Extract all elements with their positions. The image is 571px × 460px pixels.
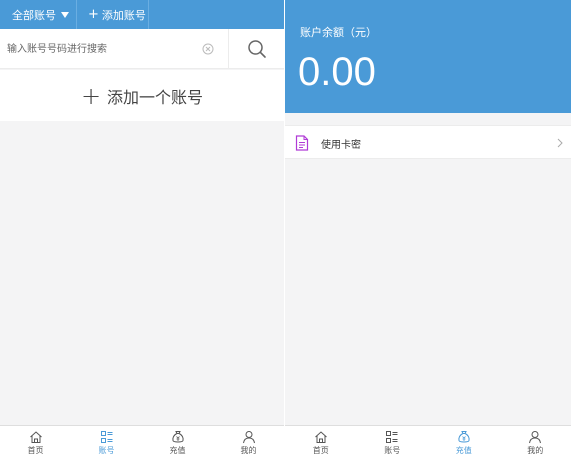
- balance-label: 账户余额（元）: [300, 26, 377, 39]
- balance-value: 0.00: [298, 50, 376, 94]
- nav-me-label: 我的: [527, 446, 544, 455]
- home-icon: [314, 431, 327, 443]
- all-accounts-label: 全部账号: [12, 8, 56, 22]
- clear-icon[interactable]: [202, 43, 214, 55]
- balance-header: 账户余额（元） 0.00: [285, 0, 571, 113]
- add-account-label: 添加账号: [101, 8, 146, 22]
- nav-recharge[interactable]: 充值: [142, 426, 213, 460]
- account-filter-bar: 全部账号 + 添加账号: [0, 0, 284, 29]
- nav-home-label: 首页: [27, 446, 44, 455]
- search-bar: [0, 29, 284, 69]
- money-bag-icon: [171, 431, 184, 443]
- use-card-code-label: 使用卡密: [321, 140, 361, 151]
- nav-recharge-label: 充值: [169, 446, 186, 455]
- nav-accounts-label: 账号: [384, 446, 401, 455]
- home-icon: [29, 431, 42, 443]
- nav-recharge[interactable]: 充值: [428, 426, 500, 460]
- list-icon: [100, 431, 112, 443]
- search-divider: [228, 29, 229, 69]
- add-one-account-label: 添加一个账号: [107, 87, 204, 107]
- plus-icon: +: [88, 7, 99, 22]
- accounts-screen: 全部账号 + 添加账号 + 添加一个账号 首页 账号: [0, 0, 284, 460]
- nav-home[interactable]: 首页: [0, 426, 71, 460]
- all-accounts-dropdown[interactable]: 全部账号: [0, 0, 77, 29]
- add-one-account-button[interactable]: + 添加一个账号: [0, 70, 284, 121]
- nav-recharge-label: 充值: [455, 446, 472, 455]
- bottom-nav: 首页 账号 充值 我的: [285, 425, 571, 460]
- caret-down-icon: [61, 11, 69, 18]
- list-icon: [386, 431, 398, 443]
- user-icon: [242, 431, 255, 444]
- recharge-screen: 账户余额（元） 0.00 使用卡密 首页 账号 充值 我的: [285, 0, 571, 460]
- nav-accounts[interactable]: 账号: [71, 426, 142, 460]
- nav-home-label: 首页: [312, 446, 329, 455]
- nav-me[interactable]: 我的: [213, 426, 284, 460]
- nav-accounts[interactable]: 账号: [357, 426, 429, 460]
- nav-accounts-label: 账号: [98, 446, 115, 455]
- money-bag-icon: [458, 431, 470, 443]
- chevron-right-icon: [557, 138, 563, 148]
- nav-me-label: 我的: [240, 446, 257, 455]
- bottom-nav: 首页 账号 充值 我的: [0, 425, 284, 460]
- user-icon: [529, 431, 542, 444]
- nav-home[interactable]: 首页: [285, 426, 357, 460]
- add-account-top-button[interactable]: + 添加账号: [77, 0, 149, 29]
- nav-me[interactable]: 我的: [500, 426, 571, 460]
- search-input[interactable]: [0, 29, 228, 69]
- plus-icon: +: [80, 81, 102, 110]
- search-icon[interactable]: [247, 39, 267, 59]
- document-icon: [295, 135, 309, 151]
- use-card-code-row[interactable]: 使用卡密: [285, 125, 571, 159]
